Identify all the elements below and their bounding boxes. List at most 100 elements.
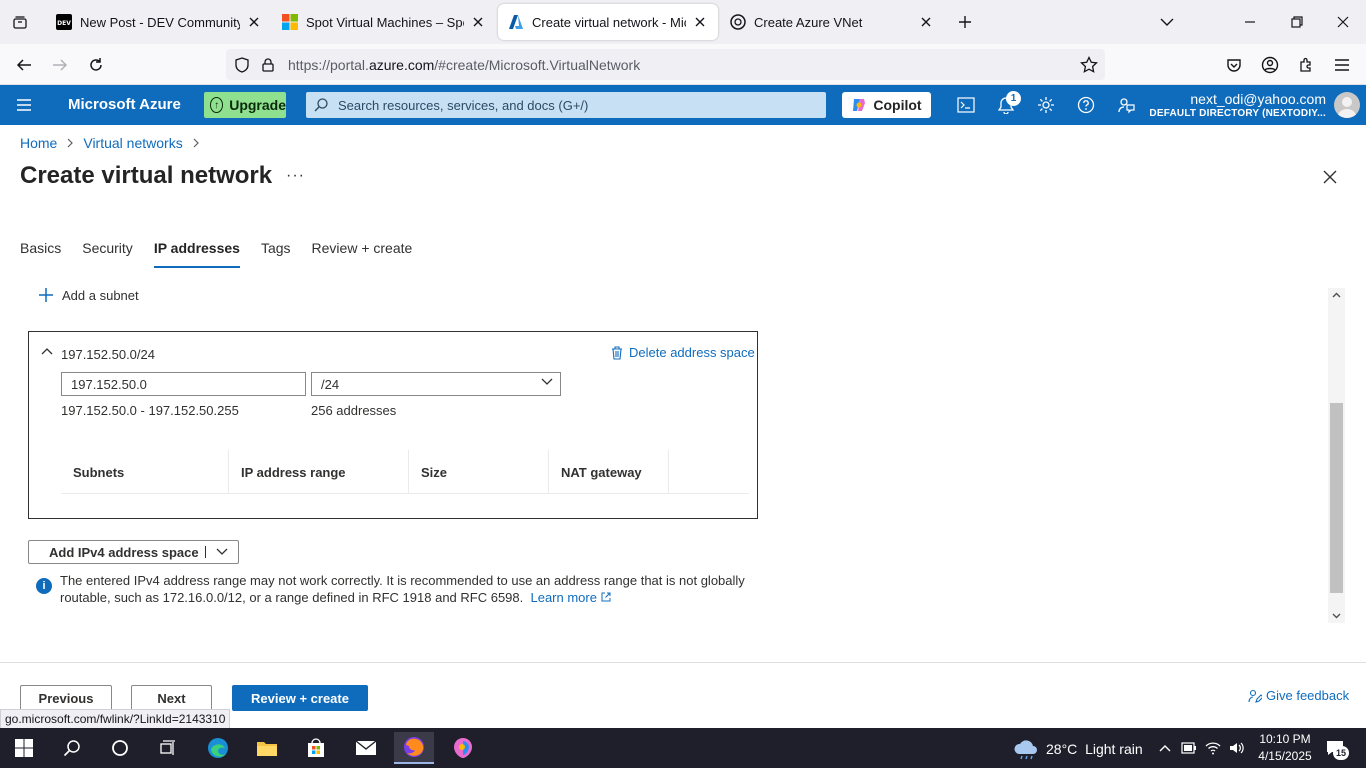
firefox-icon[interactable] xyxy=(394,732,434,764)
tab-security[interactable]: Security xyxy=(82,240,133,268)
browser-tab-dev[interactable]: DEV New Post - DEV Community xyxy=(46,4,272,40)
weather-description: Light rain xyxy=(1085,741,1143,757)
chevron-down-icon[interactable] xyxy=(206,548,238,556)
battery-icon[interactable] xyxy=(1179,738,1199,758)
svg-text:DEV: DEV xyxy=(57,20,71,27)
azure-brand[interactable]: Microsoft Azure xyxy=(68,96,181,113)
prefix-dropdown[interactable]: /24 xyxy=(311,372,561,396)
task-view-icon[interactable] xyxy=(148,732,188,764)
tab-overview-icon[interactable] xyxy=(8,10,32,34)
tab-ip-addresses[interactable]: IP addresses xyxy=(153,240,241,268)
show-hidden-icons-chevron-icon[interactable] xyxy=(1155,738,1175,758)
avatar[interactable] xyxy=(1334,92,1360,118)
browser-tab-spot-vm[interactable]: Spot Virtual Machines – Spot Pr xyxy=(272,4,496,40)
review-create-button[interactable]: Review + create xyxy=(232,685,368,711)
tracking-protection-icon[interactable] xyxy=(232,55,252,75)
address-bar[interactable]: https://portal.azure.com/#create/Microso… xyxy=(226,49,1105,80)
scrollbar-thumb[interactable] xyxy=(1330,403,1343,593)
external-link-icon xyxy=(601,590,611,605)
scroll-down-icon[interactable] xyxy=(1328,609,1345,623)
tab-tags[interactable]: Tags xyxy=(261,240,291,268)
weather-widget[interactable]: 28°C Light rain xyxy=(1012,738,1143,760)
column-ip-address-range: IP address range xyxy=(229,450,409,494)
chevron-up-icon[interactable] xyxy=(40,344,54,358)
info-message: i The entered IPv4 address range may not… xyxy=(36,572,756,606)
clock-time: 10:10 PM xyxy=(1259,732,1311,746)
file-explorer-icon[interactable] xyxy=(247,732,287,764)
close-tab-icon[interactable] xyxy=(918,14,934,30)
reload-icon[interactable] xyxy=(83,52,109,78)
subnets-table-header: Subnets IP address range Size NAT gatewa… xyxy=(61,450,749,494)
browser-tab-create-vnet[interactable]: Create virtual network - Microso xyxy=(498,4,718,40)
mail-icon[interactable] xyxy=(346,732,386,764)
plus-icon xyxy=(36,285,56,305)
breadcrumb-home[interactable]: Home xyxy=(20,135,57,151)
add-ipv4-address-space-button[interactable]: Add IPv4 address space xyxy=(28,540,239,564)
new-tab-icon[interactable] xyxy=(953,10,977,34)
upgrade-label: Upgrade xyxy=(229,97,286,113)
restore-window-icon[interactable] xyxy=(1285,10,1309,34)
delete-address-space-button[interactable]: Delete address space xyxy=(611,345,755,360)
account-directory: DEFAULT DIRECTORY (NEXTODIY... xyxy=(1149,108,1326,119)
windows-start-icon[interactable] xyxy=(4,732,44,764)
ip-address-input[interactable]: 197.152.50.0 xyxy=(61,372,306,396)
help-icon[interactable] xyxy=(1074,93,1098,117)
content-scrollbar[interactable] xyxy=(1328,288,1345,623)
lock-icon[interactable] xyxy=(258,55,278,75)
tab-title: New Post - DEV Community xyxy=(80,14,240,30)
copilot-button[interactable]: Copilot xyxy=(842,92,931,118)
list-all-tabs-icon[interactable] xyxy=(1155,10,1179,34)
azure-logo-icon xyxy=(508,14,524,30)
search-icon xyxy=(314,98,328,112)
settings-gear-icon[interactable] xyxy=(1034,93,1058,117)
browser-tab-strip: DEV New Post - DEV Community Spot Virtua… xyxy=(0,0,1366,44)
next-button[interactable]: Next xyxy=(131,685,212,711)
copilot-taskbar-icon[interactable] xyxy=(443,732,483,764)
pocket-icon[interactable] xyxy=(1221,52,1247,78)
give-feedback-link[interactable]: Give feedback xyxy=(1248,688,1349,703)
account-email: next_odi@yahoo.com xyxy=(1190,91,1326,107)
notification-badge: 1 xyxy=(1006,91,1021,106)
forward-icon[interactable] xyxy=(47,52,73,78)
tab-basics[interactable]: Basics xyxy=(20,240,61,268)
breadcrumb-virtual-networks[interactable]: Virtual networks xyxy=(83,135,182,151)
close-window-icon[interactable] xyxy=(1331,10,1355,34)
account-icon[interactable] xyxy=(1257,52,1283,78)
close-tab-icon[interactable] xyxy=(246,14,262,30)
system-clock[interactable]: 10:10 PM 4/15/2025 xyxy=(1256,731,1314,765)
cortana-icon[interactable] xyxy=(100,732,140,764)
extensions-icon[interactable] xyxy=(1293,52,1319,78)
menu-icon[interactable] xyxy=(1329,52,1355,78)
close-icon[interactable] xyxy=(1320,167,1340,187)
add-subnet-button[interactable]: Add a subnet xyxy=(36,285,139,305)
feedback-icon[interactable] xyxy=(1114,93,1138,117)
microsoft-store-icon[interactable] xyxy=(296,732,336,764)
tab-title: Create virtual network - Microso xyxy=(532,14,686,30)
previous-button[interactable]: Previous xyxy=(20,685,112,711)
learn-more-link[interactable]: Learn more xyxy=(530,590,611,605)
copilot-icon xyxy=(851,97,867,113)
tab-title: Create Azure VNet xyxy=(754,14,863,30)
edge-browser-icon[interactable] xyxy=(198,732,238,764)
volume-icon[interactable] xyxy=(1227,738,1247,758)
close-tab-icon[interactable] xyxy=(692,14,708,30)
scroll-up-icon[interactable] xyxy=(1328,288,1345,302)
action-center-icon[interactable]: 15 xyxy=(1322,738,1349,760)
search-icon[interactable] xyxy=(52,732,92,764)
global-search-input[interactable]: Search resources, services, and docs (G+… xyxy=(306,92,826,118)
minimize-window-icon[interactable] xyxy=(1238,10,1262,34)
more-options-button[interactable]: ··· xyxy=(286,167,305,185)
account-info[interactable]: next_odi@yahoo.com DEFAULT DIRECTORY (NE… xyxy=(1149,91,1326,119)
info-icon: i xyxy=(36,578,52,594)
bookmark-star-icon[interactable] xyxy=(1079,55,1099,75)
cloud-shell-icon[interactable] xyxy=(954,93,978,117)
column-size: Size xyxy=(409,450,549,494)
portal-menu-icon[interactable] xyxy=(12,93,36,117)
tab-review-create[interactable]: Review + create xyxy=(312,240,413,268)
browser-tab-chatgpt[interactable]: Create Azure VNet xyxy=(720,4,944,40)
upgrade-button[interactable]: ↑ Upgrade xyxy=(204,92,286,118)
back-icon[interactable] xyxy=(11,52,37,78)
chevron-right-icon xyxy=(66,138,74,148)
wifi-icon[interactable] xyxy=(1203,738,1223,758)
close-tab-icon[interactable] xyxy=(470,14,486,30)
